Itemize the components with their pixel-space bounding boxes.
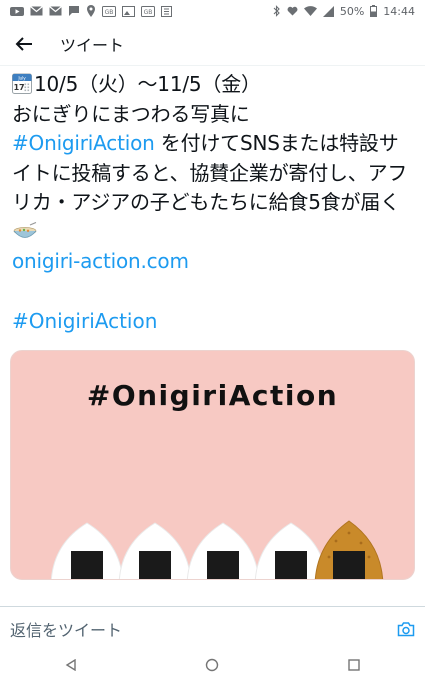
wifi-icon [303,6,317,16]
onigiri-5-yaki [314,520,384,579]
nav-back-icon [65,659,76,671]
svg-text:GB: GB [144,9,153,16]
calendar-month: July [17,75,26,81]
reply-bar: 返信をツイート [0,606,425,650]
onigiri-3 [186,522,260,579]
reply-input[interactable]: 返信をツイート [10,617,122,641]
hashtag-link[interactable]: #OnigiriAction [12,131,155,155]
nav-recents-button[interactable] [339,650,369,680]
gallery-icon [122,5,135,17]
media-title: #OnigiriAction [86,379,339,412]
website-link[interactable]: onigiri-action.com [12,249,189,273]
mail-icon [30,6,43,16]
calendar-icon [161,5,172,17]
calendar-emoji-icon: July 17 [12,73,32,94]
tweet-date-range: 10/5（火）〜11/5（金） [34,72,261,96]
calendar-day: 17 [14,83,25,92]
camera-button[interactable] [397,621,415,637]
onigiri-illustration [50,520,384,579]
nav-recents-icon [348,659,360,671]
back-arrow-icon [15,36,32,51]
app-bar: ツイート [0,22,425,66]
signal-icon [322,5,334,17]
mail-icon [49,6,62,16]
tweet-content: July 17 10/5（火）〜11/5（金） おにぎりにまつわる写真に #On… [0,66,425,606]
nav-home-icon [206,658,219,672]
camera-icon [397,621,415,636]
nav-back-button[interactable] [56,650,86,680]
tweet-intro: おにぎりにまつわる写真に [12,101,250,126]
status-notification-icons: GB GB [10,5,172,17]
onigiri-1 [50,522,124,579]
hashtag-link-standalone[interactable]: #OnigiriAction [12,309,157,333]
onigiri-2 [118,522,192,579]
back-button[interactable] [2,22,46,66]
status-time: 14:44 [383,4,415,18]
page-title: ツイート [60,35,125,55]
android-nav-bar [0,650,425,680]
photo-icon: GB [102,5,116,17]
location-icon [86,5,96,17]
bluetooth-icon [273,5,281,17]
battery-icon [370,5,378,17]
hashtag-line: #OnigiriAction [12,307,413,337]
gallery-icon: GB [141,5,155,17]
chat-icon [68,5,80,17]
status-system-icons: 50% 14:44 [273,5,415,18]
status-bar: GB GB 50% 14:44 [0,0,425,22]
tweet-text: July 17 10/5（火）〜11/5（金） おにぎりにまつわる写真に #On… [12,70,413,277]
heart-icon [287,6,298,16]
youtube-icon [10,6,24,17]
nav-home-button[interactable] [197,650,227,680]
svg-text:GB: GB [105,9,114,16]
food-bowl-emoji-icon [12,221,38,241]
battery-percent: 50% [339,4,365,18]
media-image[interactable]: #OnigiriAction [10,350,415,580]
